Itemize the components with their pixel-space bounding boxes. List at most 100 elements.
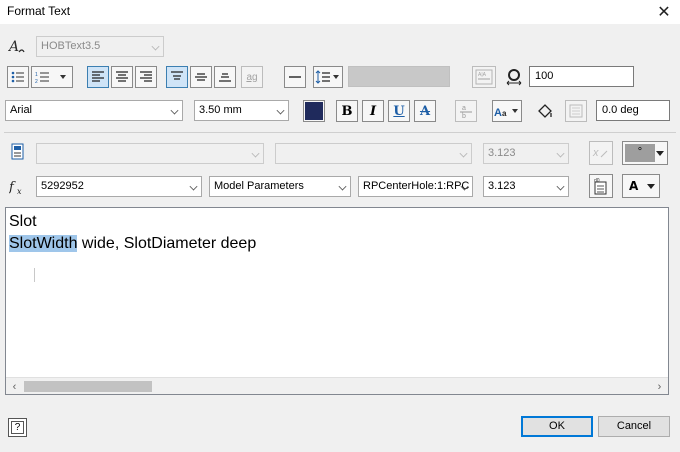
svg-text:x: x — [17, 187, 22, 196]
help-icon: ? — [14, 422, 21, 433]
symbol-value: ° — [637, 146, 643, 158]
insert-property-button[interactable]: x — [589, 141, 613, 165]
width-scale-value: 100 — [535, 70, 554, 82]
italic-button[interactable]: I — [362, 100, 384, 122]
inline-text-label: ag — [246, 71, 258, 83]
align-center-icon — [116, 71, 128, 82]
valign-top-icon — [171, 71, 183, 80]
chevron-down-icon — [338, 182, 347, 191]
align-left-button[interactable] — [87, 66, 109, 88]
chevron-down-icon — [189, 182, 198, 191]
component-select[interactable] — [36, 143, 264, 164]
scroll-left-icon[interactable]: ‹ — [6, 378, 23, 395]
valign-middle-icon — [195, 73, 207, 81]
window-title: Format Text — [7, 4, 71, 18]
text-editor[interactable]: Slot SlotWidth wide, SlotDiameter deep ‹… — [5, 207, 669, 395]
editor-line-2[interactable]: SlotWidth wide, SlotDiameter deep — [9, 233, 256, 255]
line-spacing-icon — [315, 70, 339, 84]
cancel-button[interactable]: Cancel — [598, 416, 670, 437]
width-scale-input[interactable]: 100 — [529, 66, 634, 87]
valign-bottom-button[interactable] — [214, 66, 236, 88]
source-select[interactable] — [275, 143, 472, 164]
text-color-swatch[interactable] — [303, 100, 325, 122]
align-right-icon — [140, 71, 152, 82]
text-style-value: HOBText3.5 — [41, 40, 101, 52]
fill-bucket-icon — [538, 104, 552, 118]
valign-top-button[interactable] — [166, 66, 188, 88]
help-button[interactable]: ? — [8, 418, 27, 437]
precision-disabled-value: 3.123 — [488, 147, 516, 159]
bullet-list-icon — [11, 71, 24, 83]
precision-value: 3.123 — [488, 180, 516, 192]
chevron-down-icon — [459, 149, 468, 158]
align-center-button[interactable] — [111, 66, 133, 88]
chevron-down-icon — [276, 106, 285, 115]
numbered-list-icon: 12 — [35, 72, 66, 83]
stack-button[interactable]: A|A — [472, 66, 496, 88]
editor-content[interactable]: Slot SlotWidth wide, SlotDiameter deep — [9, 211, 256, 255]
frame-button[interactable] — [565, 100, 587, 122]
fraction-icon: ab — [460, 105, 472, 119]
bold-button[interactable]: B — [336, 100, 358, 122]
bold-label: B — [341, 103, 353, 119]
chevron-down-icon — [656, 151, 664, 156]
rotation-angle-value: 0.0 deg — [602, 104, 639, 116]
svg-text:b: b — [462, 113, 466, 119]
chevron-down-icon — [556, 149, 565, 158]
case-button[interactable]: Aa — [492, 100, 522, 122]
font-size-value: 3.50 mm — [199, 104, 242, 116]
align-right-button[interactable] — [135, 66, 157, 88]
component-icon — [9, 143, 27, 161]
fraction-button[interactable]: ab — [455, 100, 477, 122]
numbered-list-button[interactable]: 12 — [31, 66, 73, 88]
font-select[interactable]: Arial — [5, 100, 183, 121]
font-value: Arial — [10, 104, 33, 116]
parameter-type-select[interactable]: Model Parameters — [209, 176, 351, 197]
italic-label: I — [369, 103, 377, 119]
ok-button[interactable]: OK — [521, 416, 593, 437]
toolbar-separator — [4, 132, 676, 133]
close-icon[interactable]: ✕ — [648, 0, 680, 24]
background-fill-button[interactable] — [534, 100, 556, 122]
svg-text:2: 2 — [35, 79, 38, 83]
line-style-button[interactable] — [284, 66, 306, 88]
chevron-down-icon — [251, 149, 260, 158]
scroll-right-icon[interactable]: › — [651, 378, 668, 395]
chevron-down-icon — [647, 184, 655, 189]
function-icon: fx — [8, 178, 29, 196]
symbol-button[interactable]: ° — [622, 141, 668, 165]
strikethrough-button[interactable]: A — [414, 100, 436, 122]
case-icon: Aa — [494, 107, 518, 118]
valign-middle-button[interactable] — [190, 66, 212, 88]
font-options-button[interactable]: A — [622, 174, 660, 198]
svg-text:a: a — [462, 105, 466, 112]
line-spacing-value[interactable] — [348, 66, 450, 87]
align-left-icon — [92, 71, 104, 82]
editor-line-2-text[interactable]: wide, SlotDiameter deep — [77, 235, 256, 252]
underline-label: U — [393, 103, 405, 119]
line-spacing-button[interactable] — [313, 66, 343, 88]
scroll-thumb[interactable] — [24, 381, 152, 392]
part-select[interactable]: 5292952 — [36, 176, 202, 197]
editor-line-1[interactable]: Slot — [9, 211, 256, 233]
precision-select[interactable]: 3.123 — [483, 176, 569, 197]
svg-text:A|A: A|A — [478, 72, 487, 78]
chevron-down-icon — [556, 182, 565, 191]
horizontal-scrollbar[interactable]: ‹ › — [6, 377, 668, 394]
svg-text:A: A — [494, 107, 502, 118]
parameter-select[interactable]: RPCenterHole:1:RPC — [358, 176, 473, 197]
inline-text-button[interactable]: ag — [241, 66, 263, 88]
font-size-select[interactable]: 3.50 mm — [194, 100, 289, 121]
svg-text:a: a — [502, 109, 507, 118]
underline-button[interactable]: U — [388, 100, 410, 122]
text-cursor-icon — [34, 268, 36, 282]
rotation-angle-input[interactable]: 0.0 deg — [596, 100, 670, 121]
precision-select-disabled[interactable]: 3.123 — [483, 143, 569, 164]
bullet-list-button[interactable] — [7, 66, 29, 88]
svg-text:A: A — [8, 39, 19, 55]
selected-parameter[interactable]: SlotWidth — [9, 235, 78, 252]
add-parameter-button[interactable]: d0 — [589, 174, 613, 198]
svg-text:1: 1 — [35, 72, 38, 78]
text-style-select[interactable]: HOBText3.5 — [36, 36, 164, 57]
valign-bottom-icon — [219, 73, 231, 82]
